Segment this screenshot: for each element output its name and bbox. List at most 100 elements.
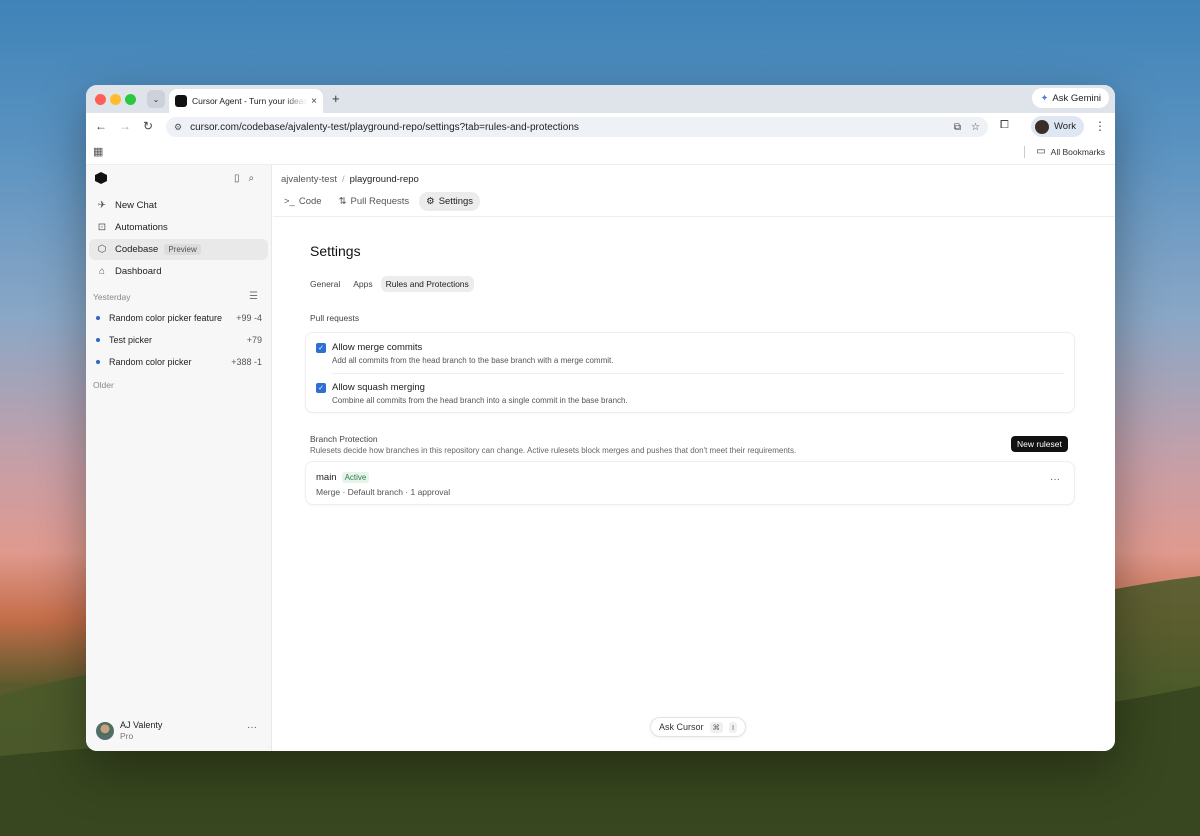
chat-diff: +79 — [246, 335, 262, 345]
all-bookmarks-button[interactable]: ▭ All Bookmarks — [1024, 146, 1105, 158]
status-badge: Active — [341, 472, 370, 483]
send-icon: ✈ — [97, 200, 107, 211]
ruleset-meta: Merge · Default branch · 1 approval — [316, 487, 451, 497]
option-merge-commits: ✓ Allow merge commits Add all commits fr… — [316, 342, 1064, 365]
subtab-rules-and-protections[interactable]: Rules and Protections — [380, 276, 474, 292]
user-name: AJ Valenty — [120, 720, 163, 730]
all-bookmarks-label: All Bookmarks — [1050, 146, 1105, 157]
install-app-icon[interactable]: ⧉ — [954, 122, 961, 133]
browser-window: ⌄ Cursor Agent - Turn your ideas into co… — [86, 85, 1115, 751]
page-title: Settings — [310, 243, 361, 259]
main-panel: ajvalenty-test / playground-repo >_ Code… — [273, 165, 1115, 751]
pull-requests-card: ✓ Allow merge commits Add all commits fr… — [305, 332, 1075, 413]
sidebar: ▯ ⌕ ✈ New Chat ⊡ Automations ⬡ Codebase … — [86, 165, 272, 751]
breadcrumb-repo[interactable]: playground-repo — [350, 174, 419, 185]
chevron-down-icon: ⌄ — [152, 94, 160, 104]
subtab-general[interactable]: General — [305, 276, 345, 292]
browser-tab[interactable]: Cursor Agent - Turn your ideas into code… — [169, 89, 323, 113]
cursor-logo-icon[interactable] — [95, 172, 107, 184]
chat-item[interactable]: Test picker +79 — [89, 330, 268, 350]
site-info-icon[interactable]: ⚙ — [174, 122, 182, 133]
close-window-button[interactable] — [95, 94, 106, 105]
breadcrumb-org[interactable]: ajvalenty-test — [281, 174, 337, 185]
chat-title: Random color picker feature — [109, 313, 223, 323]
merge-commits-checkbox[interactable]: ✓ — [316, 343, 326, 353]
home-icon: ⌂ — [98, 266, 106, 277]
search-icon[interactable]: ⌕ — [249, 173, 255, 184]
tab-label: Code — [298, 196, 322, 207]
repo-tabs: >_ Code ⇅ Pull Requests ⚙ Settings — [277, 192, 481, 211]
tab-code[interactable]: >_ Code — [277, 192, 329, 211]
squash-merging-checkbox[interactable]: ✓ — [316, 383, 326, 393]
toggle-sidebar-icon[interactable]: ▯ — [234, 173, 240, 184]
tab-pull-requests[interactable]: ⇅ Pull Requests — [332, 192, 417, 211]
pull-requests-label: Pull requests — [310, 313, 360, 323]
url-text: cursor.com/codebase/ajvalenty-test/playg… — [190, 121, 579, 133]
new-tab-button[interactable]: + — [332, 91, 340, 106]
sidebar-item-automations[interactable]: ⊡ Automations — [89, 217, 268, 238]
minimize-window-button[interactable] — [110, 94, 121, 105]
chat-diff: +388 -1 — [231, 357, 262, 367]
sidebar-item-codebase[interactable]: ⬡ Codebase Preview — [89, 239, 268, 260]
option-title: Allow squash merging — [332, 382, 425, 393]
avatar — [96, 722, 114, 740]
sidebar-item-dashboard[interactable]: ⌂ Dashboard — [89, 261, 268, 282]
chat-item[interactable]: Random color picker +388 -1 — [89, 352, 268, 372]
gear-icon: ⚙ — [426, 196, 435, 207]
settings-subtabs: General Apps Rules and Protections — [305, 276, 474, 292]
bookmarks-divider — [1024, 146, 1026, 158]
back-arrow-icon[interactable]: ← — [95, 119, 107, 133]
section-header-older: Older — [93, 380, 114, 390]
bookmarks-bar: ▦ ▭ All Bookmarks — [86, 140, 1115, 165]
branch-protection-description: Rulesets decide how branches in this rep… — [310, 446, 797, 455]
new-ruleset-button[interactable]: New ruleset — [1011, 436, 1068, 452]
ask-cursor-button[interactable]: Ask Cursor ⌘ I — [650, 717, 747, 737]
sparkle-icon: ✦ — [1040, 92, 1049, 104]
chat-item[interactable]: Random color picker feature +99 -4 — [89, 308, 268, 328]
tab-settings[interactable]: ⚙ Settings — [419, 192, 481, 211]
tabs-divider — [273, 216, 1115, 217]
chat-diff: +99 -4 — [236, 313, 262, 323]
bookmark-star-icon[interactable]: ☆ — [971, 122, 980, 133]
shortcut-key-cmd: ⌘ — [709, 721, 724, 733]
user-profile[interactable]: AJ Valenty Pro — [96, 720, 162, 742]
folder-icon: ▭ — [1036, 146, 1046, 157]
sidebar-item-label: Codebase — [115, 244, 159, 255]
ruleset-name: main — [316, 472, 337, 483]
page-content: ▯ ⌕ ✈ New Chat ⊡ Automations ⬡ Codebase … — [86, 165, 1115, 751]
extensions-icon[interactable]: ⧠ — [1000, 119, 1009, 132]
tab-label: Settings — [438, 196, 474, 207]
section-header-yesterday: Yesterday — [93, 292, 131, 302]
ruleset-more-icon[interactable]: ··· — [1050, 474, 1060, 485]
tab-strip: ⌄ Cursor Agent - Turn your ideas into co… — [86, 85, 1115, 113]
sidebar-item-new-chat[interactable]: ✈ New Chat — [89, 195, 268, 216]
user-more-icon[interactable]: ··· — [247, 722, 257, 733]
ruleset-name-row: main Active — [316, 472, 450, 483]
cube-icon: ⬡ — [97, 244, 107, 255]
option-divider — [332, 373, 1064, 374]
zoom-window-button[interactable] — [125, 94, 136, 105]
option-title: Allow merge commits — [332, 342, 423, 353]
address-bar[interactable]: ⚙ cursor.com/codebase/ajvalenty-test/pla… — [166, 117, 988, 137]
option-description: Combine all commits from the head branch… — [332, 396, 628, 405]
tab-search-button[interactable]: ⌄ — [147, 90, 165, 108]
subtab-apps[interactable]: Apps — [348, 276, 377, 292]
reload-icon[interactable]: ↻ — [143, 119, 153, 133]
profile-button[interactable]: Work — [1031, 116, 1084, 137]
profile-label: Work — [1054, 121, 1076, 132]
unread-dot-icon — [96, 360, 100, 364]
sidebar-item-label: Automations — [115, 222, 168, 233]
chat-title: Random color picker — [109, 357, 192, 367]
forward-arrow-icon[interactable]: → — [119, 119, 131, 133]
filter-icon[interactable]: ☰ — [249, 291, 258, 302]
browser-menu-icon[interactable]: ⋮ — [1094, 119, 1106, 133]
profile-avatar — [1035, 119, 1049, 134]
close-tab-icon[interactable]: × — [311, 96, 317, 107]
option-squash-merging: ✓ Allow squash merging Combine all commi… — [316, 382, 1064, 405]
chat-title: Test picker — [109, 335, 153, 345]
apps-grid-icon[interactable]: ▦ — [93, 145, 103, 158]
ruleset-card[interactable]: main Active Merge · Default branch · 1 a… — [305, 461, 1075, 505]
ask-gemini-button[interactable]: ✦ Ask Gemini — [1032, 88, 1109, 108]
unread-dot-icon — [96, 338, 100, 342]
breadcrumb: ajvalenty-test / playground-repo — [281, 174, 419, 185]
